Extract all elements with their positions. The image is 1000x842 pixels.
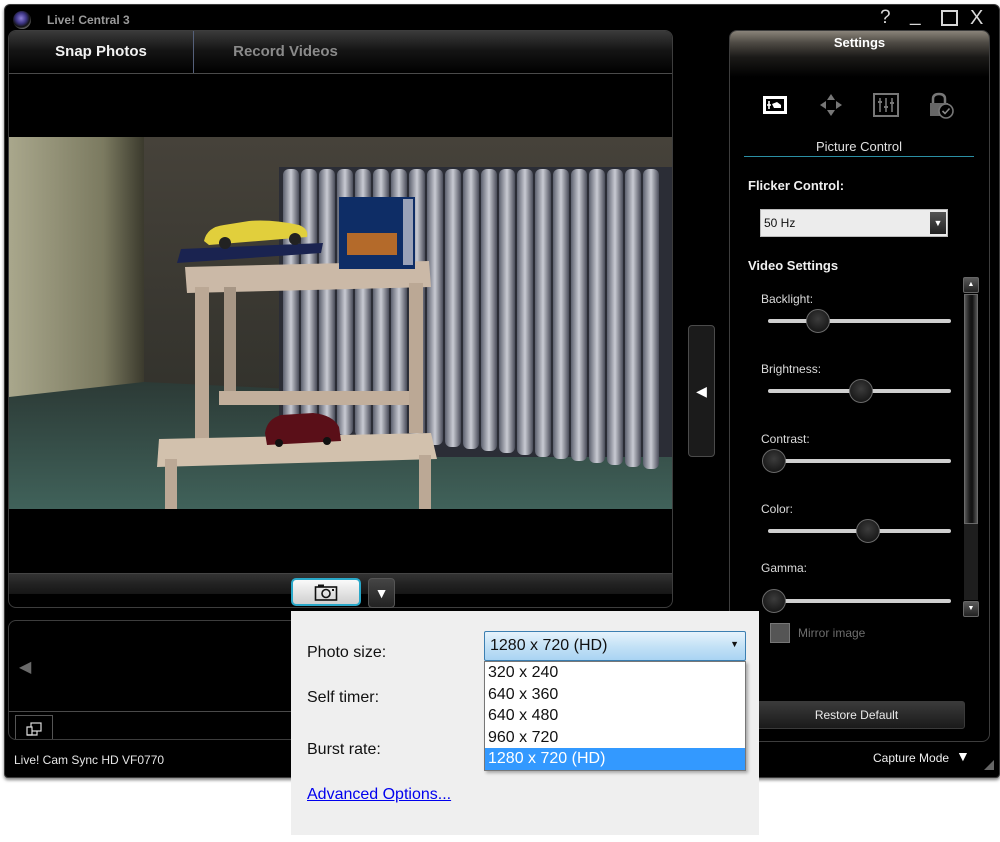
gamma-slider[interactable] [762,589,951,613]
radiator [279,167,672,469]
resize-grip[interactable] [984,760,994,770]
settings-scrollbar[interactable]: ▲ ▼ [963,277,979,617]
gamma-label: Gamma: [761,561,808,575]
chevron-down-icon: ▼ [930,212,946,234]
camera-feed-image [9,137,672,509]
maximize-button[interactable] [941,10,958,26]
contrast-slider-thumb[interactable] [762,449,787,473]
settings-header: Settings [730,31,989,57]
flicker-control-select[interactable]: 50 Hz ▼ [760,209,948,237]
title-bar: Live! Central 3 ? _ X [5,5,999,33]
section-title-picture-control: Picture Control [744,139,974,157]
photo-options-popup: Photo size: Self timer: Burst rate: 1280… [291,611,759,835]
scroll-track[interactable] [964,294,978,600]
photo-size-dropdown: 320 x 240 640 x 360 640 x 480 960 x 720 … [484,661,746,771]
burst-rate-label: Burst rate: [307,741,381,758]
flicker-control-value: 50 Hz [764,216,796,230]
color-label: Color: [761,502,794,516]
pan-tilt-icon[interactable] [817,91,845,119]
gallery-prev-button[interactable]: ◀ [19,657,31,677]
backlight-slider[interactable] [768,309,951,333]
brightness-label: Brightness: [761,362,822,376]
photo-size-value: 1280 x 720 (HD) [490,637,608,654]
collapse-settings-button[interactable]: ◀ [688,325,715,457]
backlight-slider-thumb[interactable] [806,309,831,333]
dropdown-option-selected[interactable]: 1280 x 720 (HD) [485,748,745,770]
triangle-down-icon: ▼ [374,585,389,601]
tab-snap-photos[interactable]: Snap Photos [9,31,194,73]
triangle-left-icon: ◀ [696,382,707,399]
photo-size-select[interactable]: 1280 x 720 (HD) ▼ [484,631,746,661]
settings-header-shade [730,57,989,77]
picture-control-icon[interactable] [761,91,789,119]
advanced-options-link[interactable]: Advanced Options... [307,786,451,804]
scroll-up-button[interactable]: ▲ [963,277,979,293]
lock-check-icon[interactable] [926,91,954,119]
scroll-down-button[interactable]: ▼ [963,601,979,617]
brightness-slider[interactable] [768,379,951,403]
snap-options-button[interactable]: ▼ [368,578,395,608]
settings-panel: Settings Picture Control Flicker Control… [729,30,990,742]
dropdown-option[interactable]: 640 x 360 [485,684,745,706]
triangle-down-icon[interactable]: ▼ [956,748,970,764]
video-settings-label: Video Settings [748,258,839,273]
settings-icon-row [730,91,989,121]
app-title: Live! Central 3 [47,13,130,27]
flicker-control-label: Flicker Control: [748,178,845,193]
stack-icon [26,722,42,736]
restore-default-button[interactable]: Restore Default [748,701,965,729]
capture-panel: Snap Photos Record Videos [8,30,673,608]
gallery-stack-button[interactable] [15,715,53,739]
contrast-slider[interactable] [762,449,951,473]
gamma-slider-thumb[interactable] [762,589,787,613]
toy-car-red [265,413,341,447]
equalizer-icon[interactable] [872,91,900,119]
dropdown-option[interactable]: 640 x 480 [485,705,745,727]
help-button[interactable]: ? [880,7,891,29]
mode-tabs: Snap Photos Record Videos [9,31,672,74]
camera-icon [314,584,338,601]
settings-title: Settings [833,35,886,50]
backlight-label: Backlight: [761,292,814,306]
photo-size-label: Photo size: [307,644,387,661]
blue-box [339,197,415,269]
minimize-button[interactable]: _ [910,5,921,27]
tab-record-videos[interactable]: Record Videos [194,31,377,73]
app-logo-icon [13,11,31,29]
snap-photo-button[interactable] [291,578,361,606]
self-timer-label: Self timer: [307,689,380,706]
dropdown-option[interactable]: 320 x 240 [485,662,745,684]
scroll-thumb[interactable] [964,294,978,524]
dropdown-option[interactable]: 960 x 720 [485,727,745,749]
close-button[interactable]: X [970,7,983,30]
camera-preview [9,137,672,509]
contrast-label: Contrast: [761,432,810,446]
capture-mode-button[interactable]: Capture Mode [873,751,949,765]
mirror-image-label: Mirror image [798,626,866,640]
device-name-status: Live! Cam Sync HD VF0770 [14,753,165,767]
chevron-down-icon: ▼ [730,639,739,649]
color-slider-thumb[interactable] [855,519,880,543]
mirror-image-checkbox[interactable] [770,623,790,643]
color-slider[interactable] [768,519,951,543]
brightness-slider-thumb[interactable] [848,379,873,403]
